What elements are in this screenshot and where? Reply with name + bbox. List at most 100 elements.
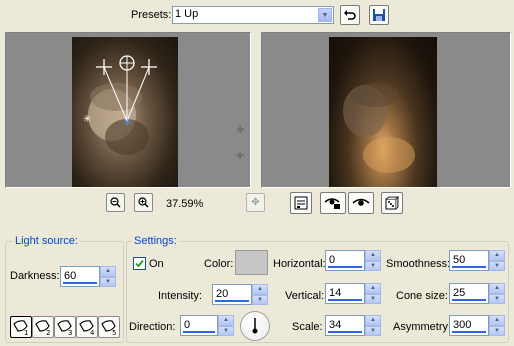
cone-size-value: 25 <box>453 287 466 299</box>
horizontal-input[interactable]: 0 <box>325 250 365 271</box>
vertical-value: 14 <box>329 287 342 299</box>
spin-down-icon[interactable]: ▼ <box>489 260 505 271</box>
settings-title: Settings: <box>132 235 179 247</box>
smoothness-updown[interactable]: ▲ ▼ <box>489 250 505 271</box>
intensity-input[interactable]: 20 <box>212 284 252 305</box>
asymmetry-value: 300 <box>453 319 472 331</box>
darkness-label: Darkness: <box>10 270 60 282</box>
asymmetry-updown[interactable]: ▲ ▼ <box>489 315 505 336</box>
darkness-spinner[interactable]: 60 ▲ ▼ <box>60 266 116 287</box>
darkness-value: 60 <box>64 270 77 282</box>
direction-needle-icon <box>252 318 258 334</box>
spotlight-icon: 4 <box>79 320 95 336</box>
spin-up-icon[interactable]: ▲ <box>489 250 505 261</box>
spin-down-icon[interactable]: ▼ <box>252 294 268 305</box>
asymmetry-label: Asymmetry: <box>393 321 452 333</box>
spin-down-icon[interactable]: ▼ <box>365 293 381 304</box>
smoothness-input[interactable]: 50 <box>449 250 489 271</box>
proof-toggle-icon <box>294 196 308 210</box>
show-original-button[interactable] <box>320 192 346 214</box>
light-handles-overlay[interactable]: ✳ ✳ <box>72 37 178 187</box>
pan-move-icon: ✥ <box>251 197 260 208</box>
scale-input[interactable]: 34 <box>325 315 365 336</box>
direction-input[interactable]: 0 <box>180 315 218 336</box>
spotlight-icon: 3 <box>57 320 72 336</box>
vertical-input[interactable]: 14 <box>325 283 365 304</box>
randomize-button[interactable] <box>381 192 403 214</box>
spin-up-icon[interactable]: ▲ <box>489 283 505 294</box>
vertical-spinner[interactable]: 14 ▲ ▼ <box>325 283 381 304</box>
checkmark-icon <box>135 259 144 268</box>
spin-down-icon[interactable]: ▼ <box>489 293 505 304</box>
intensity-value: 20 <box>216 288 229 300</box>
smoothness-label: Smoothness: <box>386 258 451 270</box>
light-select-button-3[interactable]: 3 <box>54 316 76 338</box>
cone-size-updown[interactable]: ▲ ▼ <box>489 283 505 304</box>
chevron-down-icon[interactable]: ▼ <box>318 8 332 22</box>
spin-down-icon[interactable]: ▼ <box>100 276 116 287</box>
spotlight-icon: 1 <box>13 320 28 336</box>
light-number: 5 <box>112 329 116 336</box>
horizontal-spinner[interactable]: 0 ▲ ▼ <box>325 250 381 271</box>
preview-toggle-button[interactable] <box>348 192 374 214</box>
direction-spinner[interactable]: 0 ▲ ▼ <box>180 315 234 336</box>
vertical-updown[interactable]: ▲ ▼ <box>365 283 381 304</box>
light-marker-2[interactable]: ✚ <box>236 151 244 162</box>
cone-size-input[interactable]: 25 <box>449 283 489 304</box>
reset-arrow-icon <box>344 10 356 20</box>
smoothness-spinner[interactable]: 50 ▲ ▼ <box>449 250 505 271</box>
cone-size-spinner[interactable]: 25 ▲ ▼ <box>449 283 505 304</box>
zoom-out-button[interactable] <box>106 193 125 212</box>
scale-updown[interactable]: ▲ ▼ <box>365 315 381 336</box>
spin-down-icon[interactable]: ▼ <box>365 260 381 271</box>
eye-icon <box>352 198 370 206</box>
intensity-updown[interactable]: ▲ ▼ <box>252 284 268 305</box>
asymmetry-input[interactable]: 300 <box>449 315 489 336</box>
scale-value: 34 <box>329 319 342 331</box>
pan-button[interactable]: ✥ <box>246 193 265 212</box>
result-preview-pane <box>261 32 511 188</box>
light-source-title: Light source: <box>13 235 80 247</box>
light-marker-1[interactable]: ✚ <box>236 125 244 136</box>
spin-down-icon[interactable]: ▼ <box>218 325 234 336</box>
light-select-button-4[interactable]: 4 <box>76 316 98 338</box>
light-select-button-2[interactable]: 2 <box>32 316 54 338</box>
on-checkbox[interactable] <box>133 257 146 270</box>
spin-up-icon[interactable]: ▲ <box>100 266 116 277</box>
color-swatch[interactable] <box>235 250 268 275</box>
result-figure-shape <box>343 83 415 173</box>
eye-lock-icon <box>324 198 340 209</box>
direction-dial[interactable] <box>240 311 270 341</box>
reset-button[interactable] <box>340 5 360 25</box>
save-button[interactable] <box>369 5 389 25</box>
darkness-updown[interactable]: ▲ ▼ <box>100 266 116 287</box>
spin-up-icon[interactable]: ▲ <box>489 315 505 326</box>
spin-up-icon[interactable]: ▲ <box>218 315 234 326</box>
light-number: 1 <box>24 329 28 336</box>
zoom-level: 37.59% <box>166 198 204 210</box>
presets-dropdown[interactable]: 1 Up ▼ <box>172 6 334 24</box>
scale-label: Scale: <box>292 321 323 333</box>
spin-down-icon[interactable]: ▼ <box>489 325 505 336</box>
light-number: 4 <box>90 329 95 336</box>
original-preview-pane[interactable]: ✳ ✳ ✚ ✚ <box>5 32 251 188</box>
scale-spinner[interactable]: 34 ▲ ▼ <box>325 315 381 336</box>
horizontal-updown[interactable]: ▲ ▼ <box>365 250 381 271</box>
result-image <box>329 37 437 187</box>
proof-button[interactable] <box>290 192 312 214</box>
spin-up-icon[interactable]: ▲ <box>365 250 381 261</box>
intensity-spinner[interactable]: 20 ▲ ▼ <box>212 284 268 305</box>
light-select-button-5[interactable]: 5 <box>98 316 120 338</box>
darkness-input[interactable]: 60 <box>60 266 100 287</box>
light-select-button-1[interactable]: 1 <box>10 316 32 338</box>
horizontal-label: Horizontal: <box>273 258 326 270</box>
direction-updown[interactable]: ▲ ▼ <box>218 315 234 336</box>
zoom-out-icon <box>110 197 121 208</box>
spin-up-icon[interactable]: ▲ <box>365 315 381 326</box>
spin-up-icon[interactable]: ▲ <box>252 284 268 295</box>
spin-down-icon[interactable]: ▼ <box>365 325 381 336</box>
zoom-in-button[interactable] <box>134 193 153 212</box>
spin-up-icon[interactable]: ▲ <box>365 283 381 294</box>
save-disk-icon <box>373 9 385 21</box>
asymmetry-spinner[interactable]: 300 ▲ ▼ <box>449 315 505 336</box>
